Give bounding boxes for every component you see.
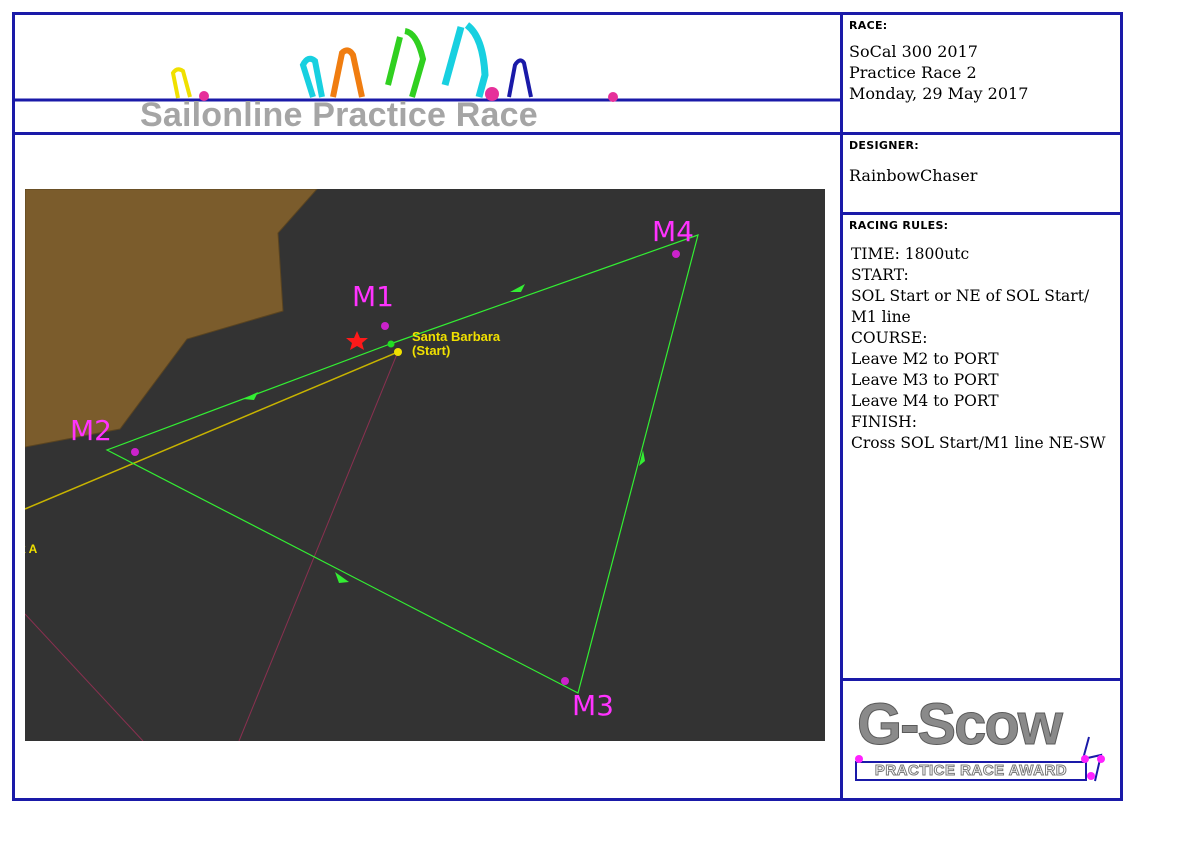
start-label-1: Santa Barbara	[412, 329, 501, 344]
coastline-land	[25, 189, 318, 448]
start-mark-green	[387, 340, 395, 348]
race-panel: RACE: SoCal 300 2017 Practice Race 2 Mon…	[843, 15, 1119, 132]
edge-label: k A	[25, 542, 38, 556]
race-date: Monday, 29 May 2017	[849, 84, 1029, 103]
sail-cyan-tall-icon	[441, 22, 489, 98]
mark-m1-dot	[381, 322, 389, 330]
rule-start-line1: SOL Start or NE of SOL Start/	[851, 287, 1090, 305]
banner: Sailonline Practice Race	[15, 15, 840, 134]
sail-yellow-icon	[170, 67, 192, 99]
sail-green-icon	[385, 28, 427, 98]
mark-m4-dot	[672, 250, 680, 258]
award-sail-icon	[1081, 736, 1105, 782]
mark-m1-label: M1	[352, 280, 394, 313]
rule-finish-heading: FINISH:	[851, 413, 917, 431]
mark-m3-dot	[561, 677, 569, 685]
rule-course-m2: Leave M2 to PORT	[851, 350, 999, 368]
rule-course-heading: COURSE:	[851, 329, 928, 347]
rule-course-m3: Leave M3 to PORT	[851, 371, 999, 389]
award-title: G-Scow	[857, 692, 1064, 758]
rules-list: TIME: 1800utc START: SOL Start or NE of …	[849, 244, 1113, 454]
sail-cyan-icon	[299, 55, 325, 98]
designer-name: RainbowChaser	[849, 166, 978, 185]
designer-panel: DESIGNER: RainbowChaser	[843, 135, 1119, 212]
mark-m3-label: M3	[572, 689, 614, 722]
start-mark-yellow	[394, 348, 402, 356]
rhumb-line-red	[25, 613, 144, 741]
page-title: Sailonline Practice Race	[140, 96, 538, 134]
sail-blue-icon	[507, 58, 533, 98]
start-label-2: (Start)	[412, 343, 450, 358]
award-dot-icon	[855, 755, 863, 763]
rhumb-line-red	[238, 353, 398, 741]
course-chart: Santa Barbara (Start) k A M1 M2 M3 M4	[25, 189, 699, 741]
designer-label: DESIGNER:	[849, 139, 919, 152]
mark-m4-label: M4	[652, 215, 694, 248]
course-map[interactable]: Santa Barbara (Start) k A M1 M2 M3 M4	[25, 189, 825, 741]
mark-m2-dot	[131, 448, 139, 456]
direction-arrow-icon	[243, 392, 258, 400]
mark-m2-label: M2	[70, 414, 112, 447]
rule-finish-line: Cross SOL Start/M1 line NE-SW	[851, 434, 1106, 452]
red-star-icon	[346, 331, 368, 350]
rule-start-line2: M1 line	[851, 308, 911, 326]
sail-orange-icon	[330, 47, 365, 98]
award-badge: G-Scow PRACTICE RACE AWARD	[843, 681, 1119, 799]
race-subtitle: Practice Race 2	[849, 63, 977, 82]
sail-dot-icon	[608, 92, 618, 102]
rule-start-heading: START:	[851, 266, 909, 284]
race-label: RACE:	[849, 19, 888, 32]
rules-panel: RACING RULES: TIME: 1800utc START: SOL S…	[843, 215, 1119, 678]
rule-time: TIME: 1800utc	[851, 245, 970, 263]
rules-label: RACING RULES:	[849, 219, 949, 232]
direction-arrow-icon	[510, 284, 525, 292]
award-subtitle: PRACTICE RACE AWARD	[855, 761, 1087, 781]
race-name: SoCal 300 2017	[849, 42, 978, 61]
rule-course-m4: Leave M4 to PORT	[851, 392, 999, 410]
